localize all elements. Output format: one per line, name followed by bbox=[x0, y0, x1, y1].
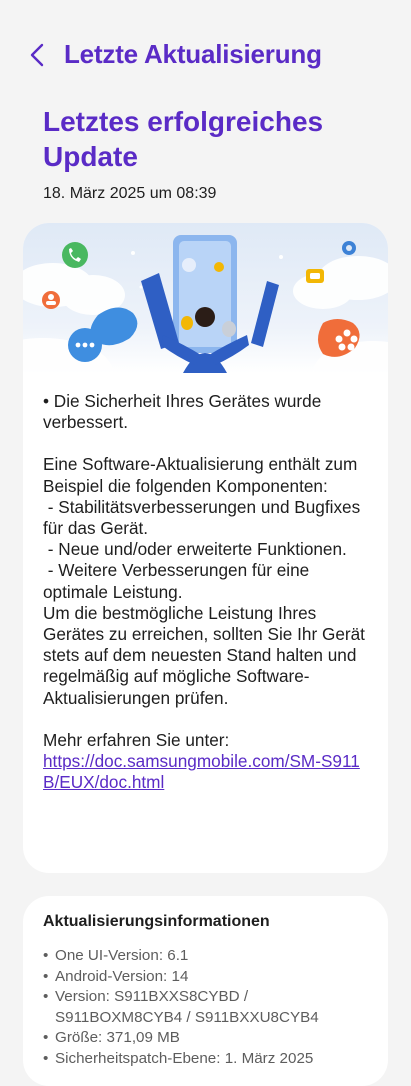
info-item-size: Größe: 371,09 MB bbox=[43, 1028, 373, 1049]
recommendation-text: Um die bestmögliche Leistung Ihres Gerät… bbox=[43, 602, 370, 708]
app-header: Letzte Aktualisierung bbox=[0, 36, 411, 76]
page-title: Letztes erfolgreiches Update bbox=[43, 106, 324, 172]
info-list: One UI-Version: 6.1 Android-Version: 14 … bbox=[43, 946, 373, 1069]
intro-text: Eine Software-Aktualisierung enthält zum… bbox=[43, 454, 363, 496]
more-info-link[interactable]: https://doc.samsungmobile.com/SM-S911B/E… bbox=[43, 751, 360, 792]
info-item-one-ui: One UI-Version: 6.1 bbox=[43, 946, 373, 967]
hero-illustration bbox=[23, 223, 388, 373]
info-item-android: Android-Version: 14 bbox=[43, 967, 373, 988]
update-date: 18. März 2025 um 08:39 bbox=[43, 185, 217, 202]
header-title: Letzte Aktualisierung bbox=[64, 39, 322, 69]
contact-icon bbox=[42, 291, 60, 309]
phone-icon bbox=[62, 242, 88, 268]
people-with-phones-illustration bbox=[23, 235, 388, 373]
update-info-card: Aktualisierungsinformationen One UI-Vers… bbox=[23, 896, 388, 1086]
back-button[interactable] bbox=[22, 38, 52, 72]
message-icon bbox=[306, 269, 324, 283]
release-notes-text: • Die Sicherheit Ihres Gerätes wurde ver… bbox=[43, 391, 373, 793]
info-item-security-patch: Sicherheitspatch-Ebene: 1. März 2025 bbox=[43, 1049, 373, 1070]
chat-icon bbox=[68, 307, 138, 362]
settings-icon bbox=[342, 241, 356, 255]
security-note: • Die Sicherheit Ihres Gerätes wurde ver… bbox=[43, 391, 327, 433]
component-item: - Weitere Verbesserungen für eine optima… bbox=[43, 560, 315, 602]
component-item: - Stabilitätsverbesserungen und Bugfixes… bbox=[43, 496, 365, 539]
chevron-left-icon bbox=[30, 43, 44, 67]
more-info-label: Mehr erfahren Sie unter: bbox=[43, 729, 230, 750]
release-notes-card: • Die Sicherheit Ihres Gerätes wurde ver… bbox=[23, 223, 388, 873]
component-item: - Neue und/oder erweiterte Funktionen. bbox=[43, 539, 347, 560]
info-item-version: Version: S911BXXS8CYBD / S911BOXM8CYB4 /… bbox=[43, 987, 373, 1028]
info-card-title: Aktualisierungsinformationen bbox=[43, 913, 270, 930]
